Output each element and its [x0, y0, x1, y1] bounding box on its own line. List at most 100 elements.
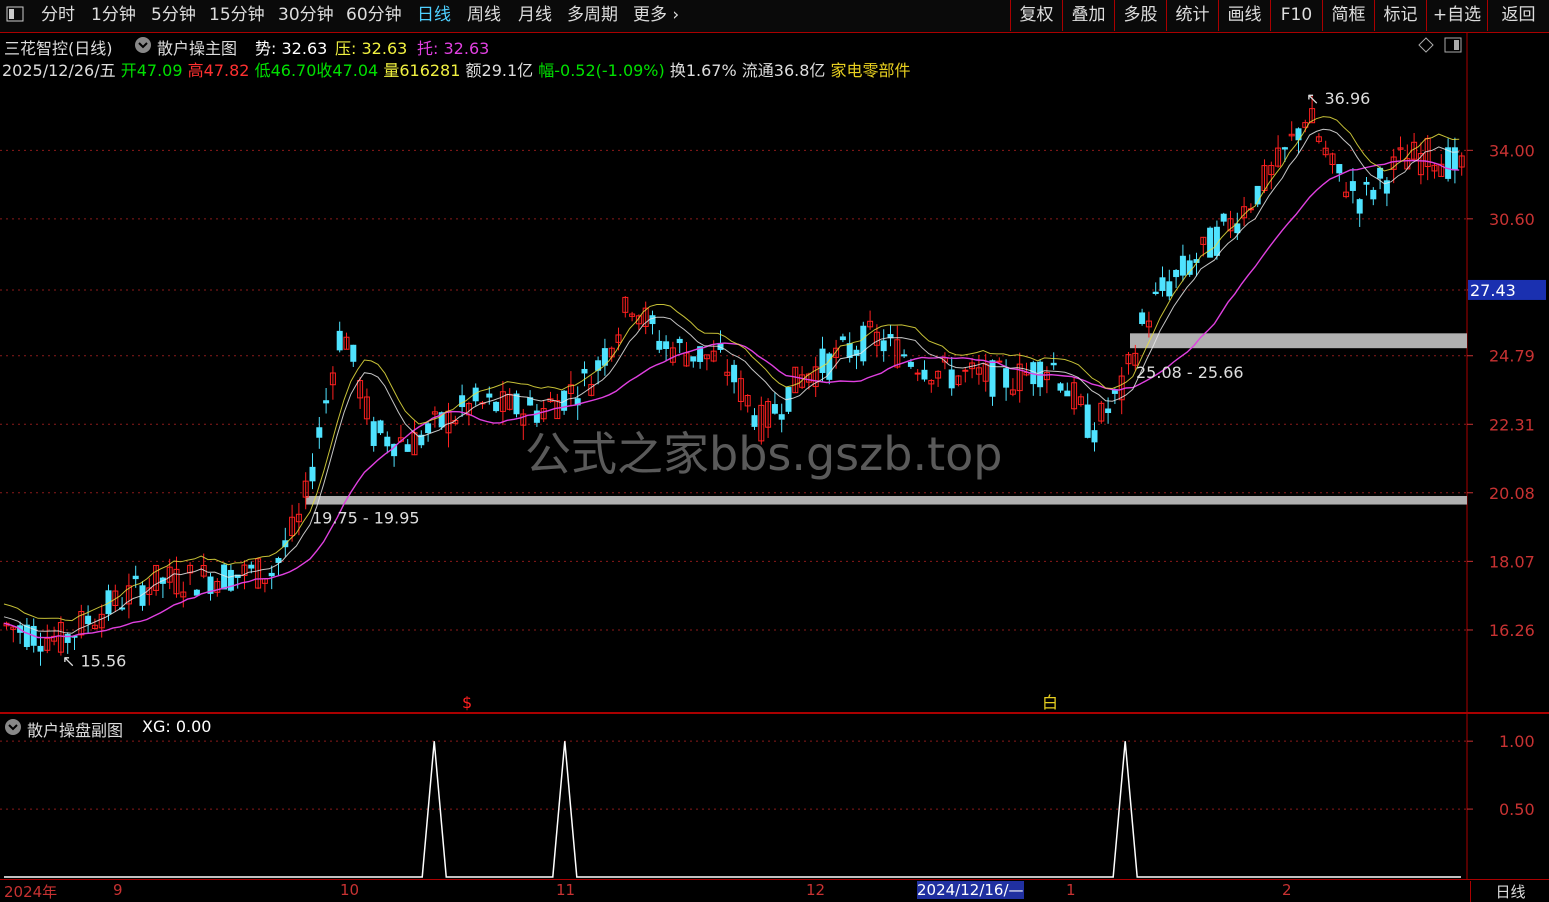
- candle-body: [901, 354, 908, 357]
- candle-body: [690, 356, 697, 362]
- candle-body: [771, 404, 778, 414]
- main-candlestick-chart[interactable]: 34.00 30.60 27.43 24.79 22.31 20.08 18.07 16.26…: [0, 0, 1549, 712]
- sub-indicator-chart[interactable]: 1.00 0.50: [0, 714, 1549, 880]
- candle-body: [486, 393, 493, 398]
- candle-body: [1377, 167, 1384, 179]
- candle-body: [1349, 181, 1356, 191]
- candle-body: [1091, 430, 1098, 443]
- signal-marker-dollar: $: [462, 693, 472, 712]
- date-label-jan: 1: [1066, 881, 1076, 899]
- price-tick-label: 20.08: [1489, 484, 1535, 503]
- main-plot-area: [0, 32, 1549, 712]
- candle-body: [649, 315, 656, 325]
- candle-body: [64, 634, 71, 643]
- candle-body: [336, 330, 343, 351]
- high-annotation: ↖ 36.96: [1306, 89, 1370, 108]
- candle-body: [1105, 408, 1112, 414]
- date-axis: [0, 879, 1549, 901]
- candle-body: [1166, 281, 1173, 297]
- candle-body: [268, 572, 275, 577]
- candle-body: [676, 338, 683, 344]
- candle-body: [193, 589, 200, 596]
- candle-body: [85, 615, 92, 625]
- sub-tick-label: 0.50: [1499, 800, 1535, 819]
- candle-body: [1050, 362, 1057, 366]
- candle-body: [23, 624, 30, 647]
- candle-body: [907, 361, 914, 367]
- candle-body: [921, 369, 928, 380]
- candle-body: [309, 466, 316, 482]
- support-zone-2: [1130, 333, 1467, 349]
- price-tick-label: 22.31: [1489, 415, 1535, 434]
- candle-body: [1179, 255, 1186, 276]
- candle-body: [248, 564, 255, 569]
- price-tick-label: 24.79: [1489, 347, 1535, 366]
- candle-body: [1370, 189, 1377, 200]
- candle-body: [221, 564, 228, 590]
- candle-body: [323, 400, 330, 404]
- candle-body: [493, 401, 500, 412]
- candle-body: [1363, 181, 1370, 185]
- low-annotation: ↖ 15.56: [62, 652, 126, 671]
- candle-body: [404, 444, 411, 452]
- candle-body: [819, 348, 826, 373]
- candle-body: [1064, 390, 1071, 397]
- price-tick-label: 34.00: [1489, 141, 1535, 160]
- candle-body: [731, 364, 738, 383]
- candle-body: [914, 372, 921, 375]
- candle-body: [1139, 312, 1146, 324]
- candle-body: [1207, 227, 1214, 258]
- signal-marker-bai: 白: [1042, 693, 1058, 712]
- candle-body: [384, 436, 391, 447]
- candle-body: [1220, 213, 1227, 222]
- date-label-nov: 11: [556, 881, 576, 899]
- candle-body: [887, 334, 894, 339]
- watermark-text: 公式之家bbs.gszb.top: [525, 427, 1003, 481]
- period-tag[interactable]: 日线: [1470, 881, 1549, 902]
- candle-body: [459, 395, 466, 408]
- candle-body: [1159, 277, 1166, 291]
- candle-body: [860, 325, 867, 362]
- candle-body: [377, 420, 384, 434]
- candle-body: [316, 427, 323, 438]
- cursor-date-label: 2024/12/16/—: [917, 881, 1024, 899]
- candle-body: [425, 423, 432, 434]
- date-label-oct: 10: [340, 881, 360, 899]
- date-label-sep: 9: [113, 881, 123, 899]
- candle-body: [1152, 291, 1159, 295]
- candle-body: [880, 340, 887, 352]
- candle-body: [656, 340, 663, 350]
- candle-body: [962, 369, 969, 372]
- candle-body: [1451, 147, 1458, 171]
- zone-1-label: 19.75 - 19.95: [312, 509, 420, 528]
- support-zone-1: [306, 495, 1467, 505]
- candle-body: [1173, 269, 1180, 278]
- candle-body: [581, 368, 588, 374]
- price-tick-label: 16.26: [1489, 621, 1535, 640]
- date-label-2024: 2024年: [4, 883, 58, 901]
- price-tick-label: 30.60: [1489, 210, 1535, 229]
- candle-body: [1445, 147, 1452, 179]
- price-tick-label: 18.07: [1489, 552, 1535, 571]
- candle-body: [1003, 368, 1010, 388]
- candle-body: [513, 393, 520, 415]
- candle-body: [1336, 164, 1343, 174]
- candle-body: [948, 369, 955, 389]
- candle-body: [663, 341, 670, 350]
- sub-tick-label: 1.00: [1499, 732, 1535, 751]
- candle-body: [370, 421, 377, 446]
- zone-2-label: 25.08 - 25.66: [1136, 363, 1244, 382]
- candle-body: [1356, 199, 1363, 214]
- candle-body: [1281, 147, 1288, 150]
- candle-body: [1084, 404, 1091, 438]
- candle-body: [132, 575, 139, 580]
- candle-body: [350, 344, 357, 362]
- candle-body: [37, 645, 44, 652]
- candle-body: [1057, 383, 1064, 391]
- candle-body: [839, 336, 846, 341]
- candle-body: [846, 343, 853, 358]
- candle-body: [1186, 260, 1193, 275]
- date-label-feb: 2: [1282, 881, 1292, 899]
- date-label-dec: 12: [806, 881, 826, 899]
- current-price-label: 27.43: [1470, 281, 1516, 300]
